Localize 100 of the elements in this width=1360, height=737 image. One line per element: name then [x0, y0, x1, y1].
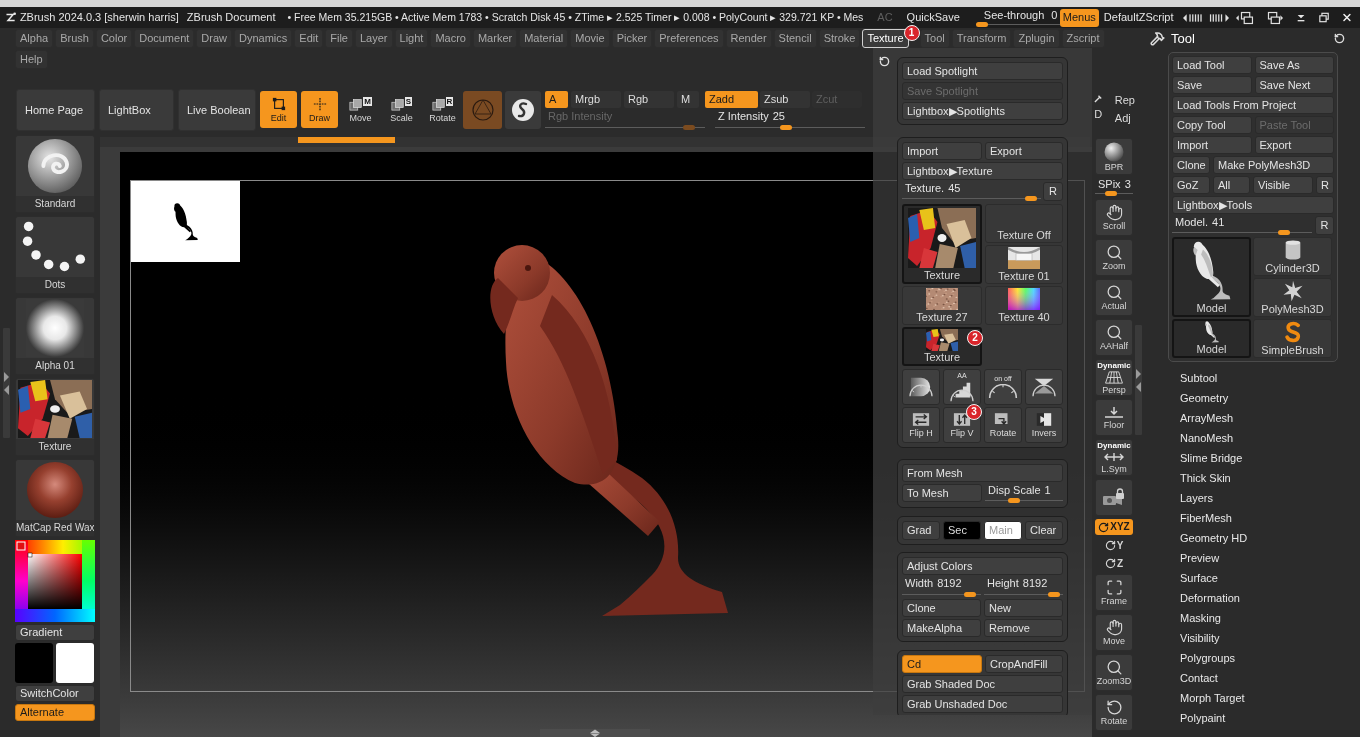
slider-track[interactable] — [975, 21, 1060, 27]
shelf-button[interactable]: Home Page — [16, 89, 95, 131]
subpalette-item[interactable]: FiberMesh — [1180, 508, 1232, 528]
rotation-axis-button[interactable]: XYZ — [1095, 519, 1133, 535]
palette-button[interactable]: Load Tools From Project — [1172, 96, 1334, 114]
palette-button[interactable]: Lightbox▶Tools — [1172, 196, 1334, 214]
palette-button[interactable]: Grab Unshaded Doc — [902, 695, 1063, 713]
thumbnail-tile[interactable]: Cylinder3D — [1253, 237, 1332, 276]
palette-button[interactable]: MakeAlpha — [902, 619, 981, 637]
view-button[interactable]: Zoom — [1095, 239, 1133, 276]
menu-item[interactable]: Tool — [919, 29, 950, 48]
tool-mode-button[interactable]: R Rotate — [424, 91, 461, 128]
palette-button[interactable]: Cd — [902, 655, 982, 673]
gradient-button[interactable]: Gradient — [15, 624, 95, 641]
adjust-button[interactable] — [1025, 369, 1063, 405]
menu-item[interactable]: Macro — [430, 29, 471, 48]
menu-item[interactable]: Light — [394, 29, 429, 48]
reset-icon[interactable] — [879, 56, 890, 67]
view-button[interactable] — [1095, 479, 1133, 516]
palette-button[interactable]: Import — [902, 142, 982, 160]
view-button[interactable]: Scroll — [1095, 199, 1133, 236]
subpalette-item[interactable]: Surface — [1180, 568, 1218, 588]
switch-color-button[interactable]: SwitchColor — [15, 685, 95, 702]
view-button[interactable]: AAHalf — [1095, 319, 1133, 356]
thumbnail-tile[interactable]: Alpha 01 — [15, 297, 95, 375]
subpalette-item[interactable]: Polygroups — [1180, 648, 1236, 668]
slider-thumb[interactable] — [963, 592, 976, 597]
subpalette-item[interactable]: Polypaint — [1180, 708, 1226, 728]
view-button[interactable]: Actual — [1095, 279, 1133, 316]
slider-track[interactable] — [984, 592, 1063, 597]
thumbnail-tile[interactable]: Model — [1172, 237, 1251, 317]
thumbnail-tile[interactable]: Texture — [15, 378, 95, 456]
menu-item[interactable]: Picker — [611, 29, 653, 48]
arrow-bars-icon[interactable] — [1208, 12, 1229, 23]
panel-collapse-handle[interactable] — [1135, 325, 1142, 435]
thumbnail-tile[interactable]: Texture Off — [985, 204, 1063, 243]
view-button[interactable]: Dynamic Persp — [1095, 359, 1133, 396]
slider-thumb[interactable] — [1278, 230, 1291, 235]
menu-item[interactable]: Document — [134, 29, 195, 48]
mode-button[interactable]: Rgb — [624, 91, 674, 108]
menu-item[interactable]: Material — [519, 29, 569, 48]
menu-item[interactable]: Preferences — [654, 29, 724, 48]
palette-button[interactable]: From Mesh — [902, 464, 1063, 482]
palette-button[interactable]: Grab Shaded Doc — [902, 675, 1063, 693]
adjust-button[interactable] — [902, 369, 940, 405]
slider-track[interactable] — [902, 196, 1041, 201]
shelf-button-label[interactable]: Rep — [1114, 94, 1135, 107]
palette-button[interactable]: Copy Tool — [1172, 116, 1252, 134]
palette-button[interactable]: Save — [1172, 76, 1252, 94]
menu-item[interactable]: Render — [725, 29, 772, 48]
color-button[interactable]: Sec — [943, 521, 981, 540]
menu-item[interactable]: File — [325, 29, 353, 48]
color-swatch[interactable] — [56, 643, 94, 683]
view-button[interactable]: Zoom3D — [1095, 654, 1133, 691]
view-button[interactable]: BPR — [1095, 138, 1133, 175]
palette-button[interactable]: Load Spotlight — [902, 62, 1063, 80]
transform-button[interactable]: Invers — [1025, 407, 1063, 443]
slider-thumb[interactable] — [975, 21, 988, 27]
thumbnail-tile[interactable]: Texture 27 — [902, 286, 982, 325]
shelf-button-label[interactable]: Adj — [1114, 112, 1135, 125]
subpalette-item[interactable]: Deformation — [1180, 588, 1240, 608]
slider-thumb[interactable] — [779, 125, 792, 130]
thumbnail-tile[interactable]: SimpleBrush — [1253, 319, 1332, 358]
color-swatch[interactable] — [15, 643, 53, 683]
subpalette-item[interactable]: Preview — [1180, 548, 1220, 568]
rotation-axis-button[interactable]: Z — [1095, 556, 1133, 571]
menu-item[interactable]: Texture — [862, 29, 909, 48]
view-button[interactable]: Floor — [1095, 399, 1133, 436]
mode-button[interactable]: A — [545, 91, 568, 108]
menu-item[interactable]: Alpha — [15, 29, 54, 48]
color-button[interactable]: Grad — [902, 521, 940, 540]
view-button[interactable]: Dynamic L.Sym — [1095, 439, 1133, 476]
palette-button[interactable]: Visible — [1253, 176, 1313, 194]
thumbnail-tile[interactable]: PolyMesh3D — [1253, 278, 1332, 317]
arrow-bars-icon[interactable] — [1182, 12, 1203, 23]
view-button[interactable]: Rotate — [1095, 694, 1133, 731]
windows-icon[interactable] — [1235, 10, 1256, 25]
subpalette-item[interactable]: Morph Target — [1180, 688, 1245, 708]
reset-icon[interactable] — [1334, 33, 1345, 44]
palette-button[interactable]: Adjust Colors — [902, 557, 1063, 575]
palette-button[interactable]: Lightbox▶Spotlights — [902, 102, 1063, 120]
menu-item[interactable]: Edit — [294, 29, 324, 48]
menu-item[interactable]: Transform — [951, 29, 1012, 48]
menu-item[interactable]: Marker — [472, 29, 518, 48]
canvas-handle[interactable] — [540, 729, 650, 737]
panel-collapse-handle[interactable] — [3, 328, 10, 438]
subpalette-item[interactable]: Thick Skin — [1180, 468, 1231, 488]
thumbnail-tile[interactable]: Standard — [15, 135, 95, 213]
mode-button[interactable]: Zsub — [760, 91, 810, 108]
palette-button[interactable]: To Mesh — [902, 484, 982, 502]
menu-item[interactable]: Color — [95, 29, 133, 48]
slider-track[interactable] — [1172, 230, 1312, 235]
view-button[interactable]: Frame — [1095, 574, 1133, 611]
navigator-preview[interactable] — [131, 181, 240, 262]
subpalette-item[interactable]: Geometry HD — [1180, 528, 1248, 548]
transform-button[interactable]: Rotate — [984, 407, 1022, 443]
alternate-button[interactable]: Alternate — [15, 704, 95, 721]
shelf-button-label[interactable]: D — [1094, 108, 1103, 121]
subpalette-item[interactable]: Masking — [1180, 608, 1221, 628]
menu-item[interactable]: Dynamics — [234, 29, 293, 48]
